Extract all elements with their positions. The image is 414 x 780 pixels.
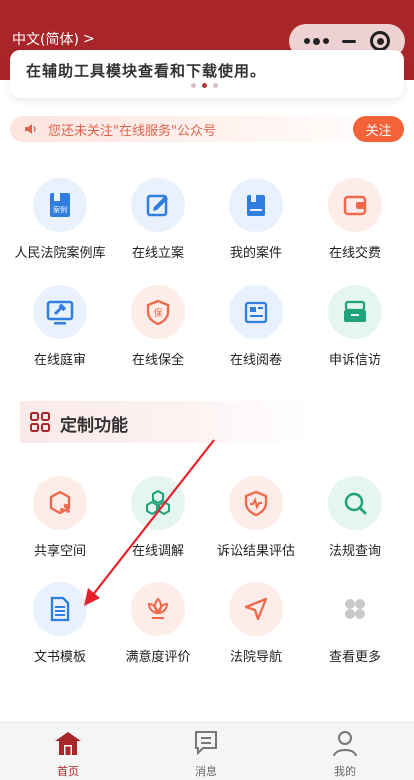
minimize-icon[interactable] [342, 39, 357, 43]
grid-item-online-review[interactable]: 在线阅卷 [206, 285, 306, 368]
grid-label: 我的案件 [229, 246, 282, 261]
notice-text: 您还未关注"在线服务"公众号 [48, 124, 216, 139]
grid-icon [30, 412, 50, 432]
tab-label: 消息 [195, 765, 217, 778]
search-icon [328, 476, 382, 530]
grid-label: 法规查询 [328, 544, 381, 559]
grid-item-document-template[interactable]: 文书模板 [10, 582, 110, 665]
grid-label: 文书模板 [33, 650, 86, 665]
section-title: 定制功能 [60, 416, 128, 436]
tab-home[interactable]: 首页 [38, 729, 98, 779]
grid-label: 诉讼结果评估 [216, 544, 295, 559]
language-label: 中文(简体) [12, 32, 79, 48]
grid-item-view-more[interactable]: 查看更多 [305, 582, 405, 665]
grid-label: 人民法院案例库 [14, 246, 106, 261]
close-target-icon[interactable] [370, 31, 391, 51]
grid-label: 在线立案 [131, 246, 184, 261]
follow-button[interactable]: 关注 [353, 116, 404, 142]
grid-label: 在线阅卷 [229, 353, 282, 368]
grid-label: 在线庭审 [33, 353, 86, 368]
tab-profile[interactable]: 我的 [315, 729, 375, 779]
grid-label: 满意度评价 [125, 650, 191, 665]
folder-book-icon [229, 178, 283, 232]
gavel-screen-icon [33, 285, 87, 339]
shield-bao-icon: 保 [131, 285, 185, 339]
grid-label: 在线调解 [131, 544, 184, 559]
language-switch[interactable]: 中文(简体) > [12, 29, 95, 49]
tab-messages[interactable]: 消息 [176, 729, 236, 779]
document-icon [33, 582, 87, 636]
shield-pulse-icon [229, 476, 283, 530]
profile-icon [333, 731, 357, 757]
grid-item-online-mediation[interactable]: 在线调解 [108, 476, 208, 559]
grid-label: 在线交费 [328, 246, 381, 261]
grid-item-satisfaction[interactable]: 满意度评价 [108, 582, 208, 665]
home-icon [55, 732, 81, 755]
grid-item-regulation-search[interactable]: 法规查询 [305, 476, 405, 559]
grid-item-case-library[interactable]: 案例 人民法院案例库 [10, 178, 110, 261]
grid-label: 法院导航 [229, 650, 282, 665]
banner-pager [191, 83, 218, 88]
mailbox-icon [328, 285, 382, 339]
newspaper-icon [229, 285, 283, 339]
navigation-icon [229, 582, 283, 636]
edit-doc-icon [131, 178, 185, 232]
grid-item-online-trial[interactable]: 在线庭审 [10, 285, 110, 368]
pager-dot [213, 83, 218, 88]
speaker-icon [25, 124, 36, 134]
grid-item-court-navigation[interactable]: 法院导航 [206, 582, 306, 665]
notice-bar: 您还未关注"在线服务"公众号 [10, 116, 404, 142]
section-header: 定制功能 [20, 401, 310, 443]
pager-dot-active [202, 83, 207, 88]
grid-item-litigation-assessment[interactable]: 诉讼结果评估 [206, 476, 306, 559]
hexagon-share-icon [33, 476, 87, 530]
grid-item-online-payment[interactable]: 在线交费 [305, 178, 405, 261]
case-book-icon: 案例 [33, 178, 87, 232]
grid-item-my-cases[interactable]: 我的案件 [206, 178, 306, 261]
more-petals-icon [328, 582, 382, 636]
pager-dot [191, 83, 196, 88]
tab-label: 首页 [57, 765, 79, 778]
tab-label: 我的 [334, 765, 356, 778]
grid-label: 共享空间 [33, 544, 86, 559]
lotus-icon [131, 582, 185, 636]
grid-label: 在线保全 [131, 353, 184, 368]
grid-item-shared-space[interactable]: 共享空间 [10, 476, 110, 559]
bottom-tab-bar: 首页 消息 我的 [0, 722, 414, 780]
svg-text:保: 保 [153, 307, 162, 319]
svg-text:案例: 案例 [53, 205, 67, 214]
more-dots-icon[interactable] [303, 37, 329, 45]
grid-item-online-preservation[interactable]: 保 在线保全 [108, 285, 208, 368]
message-icon [195, 731, 217, 756]
grid-item-petition[interactable]: 申诉信访 [305, 285, 405, 368]
banner-card[interactable]: 在辅助工具模块查看和下载使用。 [10, 50, 404, 98]
chevron-right-icon: > [82, 31, 95, 47]
grid-label: 查看更多 [328, 650, 381, 665]
grid-label: 申诉信访 [328, 353, 381, 368]
grid-item-online-filing[interactable]: 在线立案 [108, 178, 208, 261]
wallet-icon [328, 178, 382, 232]
hex-cluster-icon [131, 476, 185, 530]
banner-text: 在辅助工具模块查看和下载使用。 [26, 62, 267, 80]
